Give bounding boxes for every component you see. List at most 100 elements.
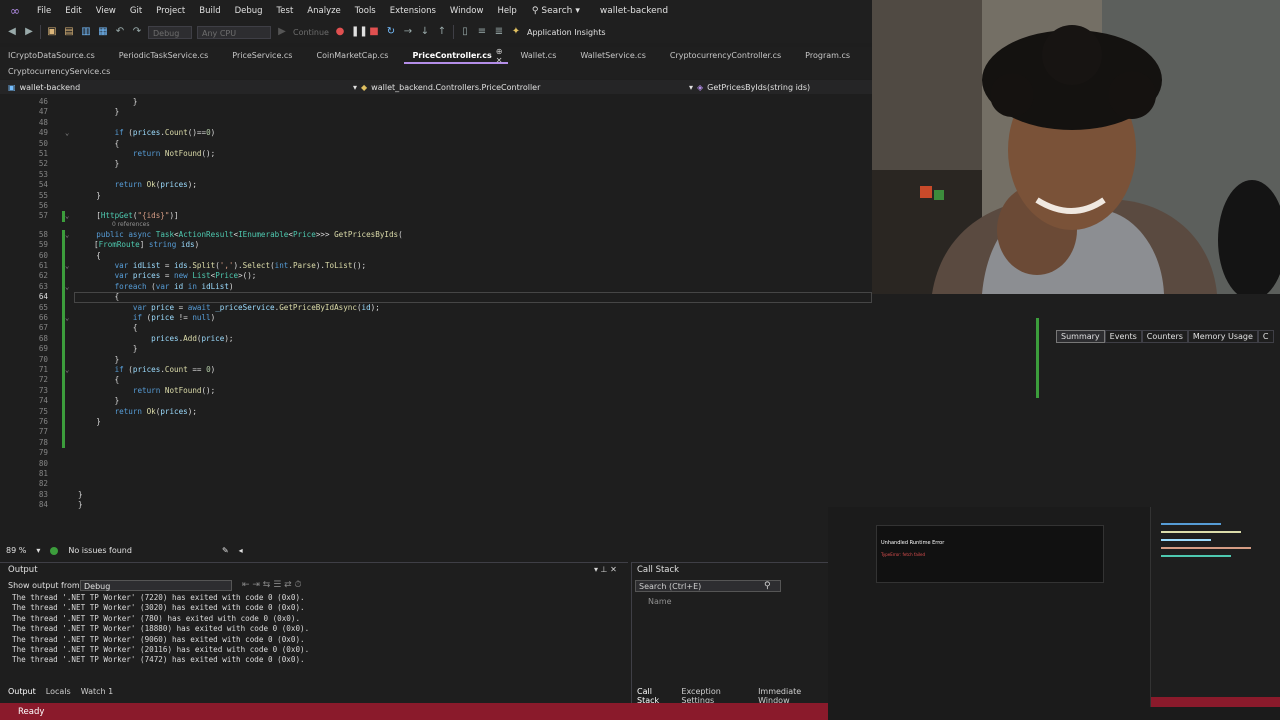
code-line[interactable]: 76 } (0, 417, 872, 428)
code-line[interactable]: 46 } (0, 97, 872, 107)
fold-chevron-icon[interactable]: ⌄ (65, 282, 73, 292)
open-folder-icon[interactable]: ▤ (63, 26, 75, 38)
code-text[interactable]: } (78, 417, 101, 427)
platform-select[interactable]: Any CPU (197, 25, 271, 39)
code-line[interactable]: 65 var price = await _priceService.GetPr… (0, 302, 872, 313)
bookmark-icon[interactable]: ▯ (459, 26, 471, 38)
code-line[interactable]: 60 { (0, 250, 872, 261)
pin-icon[interactable]: ▾ ⊥ ✕ (594, 565, 617, 574)
chevron-left-icon[interactable]: ◂ (239, 546, 243, 555)
menu-item-tools[interactable]: Tools (348, 6, 383, 16)
code-text[interactable]: foreach (var id in idList) (78, 282, 234, 292)
code-text[interactable]: var price = await _priceService.GetPrice… (78, 303, 380, 313)
menu-item-build[interactable]: Build (192, 6, 227, 16)
tab-coinmarketcap-cs[interactable]: CoinMarketCap.cs (308, 47, 404, 64)
menu-item-window[interactable]: Window (443, 6, 491, 16)
code-text[interactable]: } (78, 344, 138, 354)
undo-icon[interactable]: ↶ (114, 26, 126, 38)
fold-chevron-icon[interactable]: ⌄ (65, 211, 73, 221)
code-text[interactable]: [FromRoute] string ids) (94, 240, 199, 250)
tab-wallet-cs[interactable]: Wallet.cs (512, 47, 572, 64)
forward-icon[interactable]: ▶ (23, 26, 35, 38)
code-line[interactable]: 48 (0, 118, 872, 128)
fold-chevron-icon[interactable]: ⌄ (65, 261, 73, 271)
code-text[interactable]: { (78, 251, 101, 261)
stop-icon[interactable]: ■ (368, 26, 380, 38)
code-text[interactable]: { (78, 139, 120, 149)
menu-item-analyze[interactable]: Analyze (300, 6, 348, 16)
tab-locals[interactable]: Locals (46, 687, 71, 696)
member-dropdown[interactable]: ▾ ◈ GetPricesByIds(string ids) (689, 83, 810, 92)
tab-output[interactable]: Output (8, 687, 36, 696)
application-insights-button[interactable]: Application Insights (527, 28, 606, 37)
output-text[interactable]: The thread '.NET TP Worker' (7220) has e… (12, 593, 309, 666)
step-into-icon[interactable]: ↓ (419, 26, 431, 38)
code-line[interactable]: 81 (0, 469, 872, 479)
fold-chevron-icon[interactable]: ⌄ (65, 365, 73, 375)
code-text[interactable]: } (78, 107, 120, 117)
code-text[interactable]: var prices = new List<Price>(); (78, 271, 257, 281)
code-text[interactable]: } (78, 396, 120, 406)
tab-watch-1[interactable]: Watch 1 (81, 687, 114, 696)
code-line[interactable]: 79 (0, 448, 872, 458)
code-line[interactable]: 67 { (0, 323, 872, 334)
play-icon[interactable]: ▶ (276, 26, 288, 38)
code-line[interactable]: 53 (0, 170, 872, 180)
comment-icon[interactable]: ≡ (476, 26, 488, 38)
code-line[interactable]: 64 { (0, 292, 872, 303)
code-line[interactable]: 69 } (0, 344, 872, 355)
continue-button[interactable]: Continue (293, 28, 329, 37)
code-line[interactable]: 63 ⌄ foreach (var id in idList) (0, 281, 872, 293)
redo-icon[interactable]: ↷ (131, 26, 143, 38)
tab-cryptocurrencycontroller-cs[interactable]: CryptocurrencyController.cs (662, 47, 797, 64)
code-text[interactable]: } (78, 191, 101, 201)
step-out-icon[interactable]: ↑ (436, 26, 448, 38)
code-line[interactable]: 59 [FromRoute] string ids) (0, 240, 872, 251)
code-line[interactable]: 77 (0, 427, 872, 438)
tab-events[interactable]: Events (1104, 330, 1142, 343)
code-text[interactable]: if (prices.Count == 0) (78, 365, 216, 375)
code-line[interactable]: 51 return NotFound(); (0, 149, 872, 159)
code-line[interactable]: 55 } (0, 191, 872, 201)
code-line[interactable]: 70 } (0, 354, 872, 365)
code-text[interactable]: if (price != null) (78, 313, 215, 323)
code-text[interactable]: prices.Add(price); (78, 334, 233, 344)
tab-periodictaskservice-cs[interactable]: PeriodicTaskService.cs (111, 47, 225, 64)
tab-summary[interactable]: Summary (1056, 330, 1105, 343)
close-tab-icon[interactable]: ⊕ ✕ (496, 47, 503, 65)
uncomment-icon[interactable]: ≣ (493, 26, 505, 38)
save-all-icon[interactable]: ▦ (97, 26, 109, 38)
menu-item-view[interactable]: View (89, 6, 123, 16)
code-text[interactable]: if (prices.Count()==0) (78, 128, 216, 138)
code-line[interactable]: 52 } (0, 159, 872, 169)
fold-chevron-icon[interactable]: ⌄ (65, 230, 73, 240)
insights-icon[interactable]: ✦ (510, 26, 522, 38)
code-line[interactable]: 80 (0, 459, 872, 469)
tab-program-cs[interactable]: Program.cs (797, 47, 866, 64)
hot-reload-icon[interactable]: ● (334, 26, 346, 38)
tab-pricecontroller-cs[interactable]: PriceController.cs (404, 47, 508, 64)
menu-item-extensions[interactable]: Extensions (383, 6, 443, 16)
code-line[interactable]: 71 ⌄ if (prices.Count == 0) (0, 365, 872, 376)
code-text[interactable]: { (78, 375, 120, 385)
code-line[interactable]: 66 ⌄ if (price != null) (0, 313, 872, 324)
brush-icon[interactable]: ✎ (222, 546, 229, 555)
output-toolbar-icons[interactable]: ⇤ ⇥ ⇆ ☰ ⇄ ⏱ (242, 580, 302, 590)
menu-item-help[interactable]: Help (490, 6, 523, 16)
step-over-icon[interactable]: → (402, 26, 414, 38)
code-line[interactable]: 47 } (0, 107, 872, 117)
zoom-level[interactable]: 89 % (6, 546, 26, 555)
code-text[interactable]: var idList = ids.Split(',').Select(int.P… (78, 261, 367, 271)
code-line[interactable]: 72 { (0, 375, 872, 386)
code-text[interactable]: return Ok(prices); (78, 180, 197, 190)
code-text[interactable]: } (78, 500, 83, 510)
code-line[interactable]: 74 } (0, 396, 872, 407)
menu-item-file[interactable]: File (30, 6, 58, 16)
tab-icryptodatasource-cs[interactable]: ICryptoDataSource.cs (0, 47, 111, 64)
code-line[interactable]: 83} (0, 490, 872, 500)
code-line[interactable]: 58 ⌄ public async Task<ActionResult<IEnum… (0, 229, 872, 241)
code-line[interactable]: 62 var prices = new List<Price>(); (0, 271, 872, 282)
tab-priceservice-cs[interactable]: PriceService.cs (224, 47, 308, 64)
save-icon[interactable]: ▥ (80, 26, 92, 38)
output-source-select[interactable]: Debug (80, 580, 232, 591)
